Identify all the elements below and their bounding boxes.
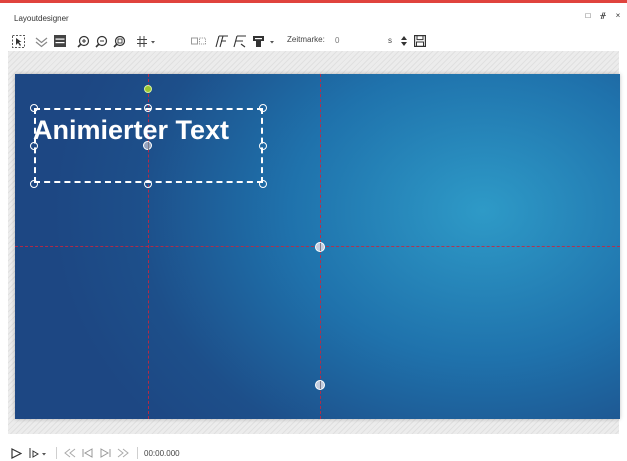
resize-handle-top[interactable] xyxy=(144,104,152,112)
zoom-out-icon[interactable] xyxy=(94,33,108,49)
play-icon[interactable] xyxy=(11,445,22,461)
zeitmarke-label: Zeitmarke: xyxy=(287,35,325,44)
zoom-fit-icon[interactable] xyxy=(112,33,126,49)
resize-handle-bottom-right[interactable] xyxy=(259,180,267,188)
resize-handle-right[interactable] xyxy=(259,142,267,150)
close-icon[interactable]: × xyxy=(614,12,622,20)
to-end-icon[interactable] xyxy=(100,445,111,461)
separator xyxy=(56,447,57,459)
zoom-in-icon[interactable] xyxy=(76,33,90,49)
motion-icon[interactable] xyxy=(190,33,206,49)
text-path-b-icon[interactable] xyxy=(232,33,248,49)
window-title: Layoutdesigner xyxy=(14,14,69,23)
spinner-icon[interactable] xyxy=(399,33,409,49)
resize-handle-left[interactable] xyxy=(30,142,38,150)
playback-bar xyxy=(0,445,627,461)
to-start-icon[interactable] xyxy=(82,445,93,461)
resize-handle-top-left[interactable] xyxy=(30,104,38,112)
zeitmarke-unit: s xyxy=(388,36,392,45)
object-pivot-marker[interactable] xyxy=(143,141,152,150)
rotation-handle[interactable] xyxy=(144,85,152,93)
zeitmarke-input[interactable] xyxy=(333,34,389,46)
save-icon[interactable] xyxy=(413,33,427,49)
prev-keyframe-icon[interactable] xyxy=(64,445,76,461)
resize-handle-bottom[interactable] xyxy=(144,180,152,188)
pin-icon[interactable]: ᚌ xyxy=(599,12,607,20)
play-options-icon[interactable] xyxy=(28,445,50,461)
grid-icon[interactable] xyxy=(136,33,156,49)
align-icon[interactable] xyxy=(53,33,67,49)
separator xyxy=(137,447,138,459)
window-controls: □ ᚌ × xyxy=(584,12,622,20)
resize-handle-bottom-left[interactable] xyxy=(30,180,38,188)
snap-icon[interactable] xyxy=(34,33,48,49)
text-path-a-icon[interactable] xyxy=(214,33,230,49)
select-icon[interactable] xyxy=(11,33,25,49)
next-keyframe-icon[interactable] xyxy=(117,445,129,461)
bottom-guide-marker[interactable] xyxy=(315,380,325,390)
resize-handle-top-right[interactable] xyxy=(259,104,267,112)
timecode-display: 00:00.000 xyxy=(144,449,180,458)
placeholder-icon[interactable] xyxy=(252,33,278,49)
title-bar: Layoutdesigner xyxy=(0,3,627,23)
canvas-center-marker[interactable] xyxy=(315,242,325,252)
restore-icon[interactable]: □ xyxy=(584,12,592,20)
